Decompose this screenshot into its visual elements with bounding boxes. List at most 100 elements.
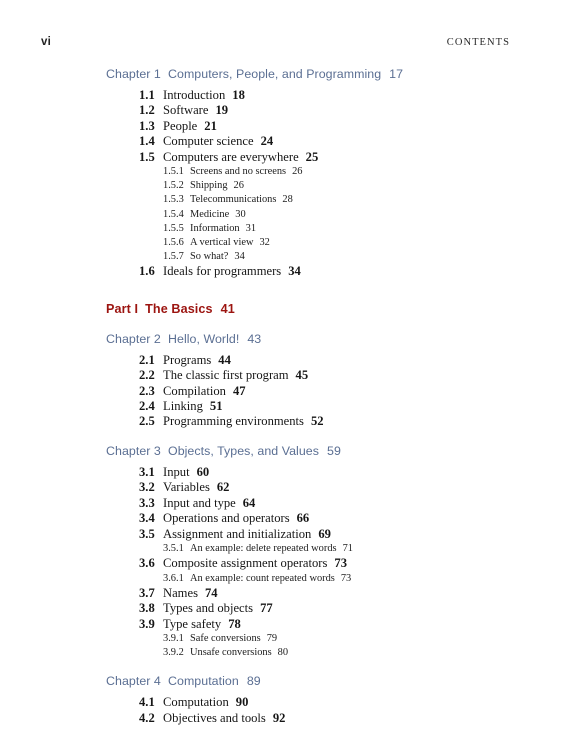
- toc-subsection-page-number: 71: [342, 542, 353, 554]
- toc-subsection-entry[interactable]: 3.9.1 Safe conversions 79: [0, 632, 566, 646]
- toc-subsection-title: So what?: [190, 251, 229, 263]
- toc-part-title: The Basics: [145, 301, 213, 316]
- toc-section-title: Input and type: [163, 495, 236, 510]
- toc-chapter-label: Chapter 2: [106, 331, 161, 346]
- toc-section-entry[interactable]: 3.8 Types and objects 77: [0, 601, 566, 616]
- toc-chapter-entry[interactable]: Chapter 1 Computers, People, and Programm…: [0, 64, 566, 84]
- toc-section-page-number: 52: [310, 414, 324, 429]
- toc-subsection-title: An example: delete repeated words: [190, 542, 337, 554]
- toc-subsection-title: Unsafe conversions: [190, 647, 272, 659]
- toc-section-number: 3.7: [139, 585, 155, 600]
- toc-subsection-entry[interactable]: 1.5.3 Telecommunications 28: [0, 193, 566, 207]
- toc-subsection-title: Safe conversions: [190, 632, 261, 644]
- toc-part-entry[interactable]: Part I The Basics 41: [0, 299, 566, 319]
- toc-section-title: Objectives and tools: [163, 710, 266, 725]
- toc-section-entry[interactable]: 3.9 Type safety 78: [0, 617, 566, 632]
- toc-section-entry[interactable]: 3.2 Variables 62: [0, 480, 566, 495]
- toc-section-entry[interactable]: 3.6 Composite assignment operators 73: [0, 556, 566, 571]
- toc-subsection-number: 1.5.6: [163, 237, 184, 249]
- running-head: vi CONTENTS: [41, 36, 510, 54]
- toc-section-entry[interactable]: 1.6 Ideals for programmers 34: [0, 264, 566, 279]
- toc-section-entry[interactable]: 2.1 Programs 44: [0, 353, 566, 368]
- toc-section-title: Programming environments: [163, 414, 304, 429]
- toc-section-title: Type safety: [163, 616, 222, 631]
- toc-section-page-number: 66: [296, 511, 310, 526]
- toc-subsection-number: 1.5.1: [163, 166, 184, 178]
- toc-subsection-title: Shipping: [190, 180, 228, 192]
- toc-subsection-page-number: 26: [233, 180, 244, 192]
- toc-section-number: 2.3: [139, 383, 155, 398]
- toc-section-page-number: 74: [204, 585, 218, 600]
- toc-subsection-entry[interactable]: 1.5.2 Shipping 26: [0, 179, 566, 193]
- toc-chapter-page-number: 89: [246, 674, 261, 689]
- toc-section-title: Computer science: [163, 134, 254, 149]
- toc-section-number: 1.3: [139, 118, 155, 133]
- toc-section-entry[interactable]: 4.1 Computation 90: [0, 695, 566, 710]
- toc-part-label: Part I: [106, 301, 139, 316]
- toc-subsection-entry[interactable]: 1.5.6 A vertical view 32: [0, 236, 566, 250]
- toc-section-title: Input: [163, 464, 190, 479]
- toc-section-number: 1.5: [139, 149, 155, 164]
- toc-section-title: The classic first program: [163, 368, 289, 383]
- toc-section-page-number: 24: [260, 134, 274, 149]
- toc-section-page-number: 44: [218, 352, 231, 367]
- toc-subsection-entry[interactable]: 3.5.1 An example: delete repeated words 71: [0, 542, 566, 556]
- toc-subsection-entry[interactable]: 3.9.2 Unsafe conversions 80: [0, 646, 566, 660]
- toc-chapter-entry[interactable]: Chapter 3 Objects, Types, and Values 59: [0, 441, 566, 461]
- toc-section-entry[interactable]: 1.2 Software 19: [0, 103, 566, 118]
- toc-section-entry[interactable]: 4.2 Objectives and tools 92: [0, 711, 566, 726]
- toc-section-title: Computers are everywhere: [163, 149, 299, 164]
- toc-section-entry[interactable]: 2.2 The classic first program 45: [0, 368, 566, 383]
- toc-chapter-entry[interactable]: Chapter 2 Hello, World! 43: [0, 329, 566, 349]
- toc-section-entry[interactable]: 1.3 People 21: [0, 119, 566, 134]
- toc-section-entry[interactable]: 1.4 Computer science 24: [0, 134, 566, 149]
- toc-section-title: People: [163, 118, 198, 133]
- toc-section-entry[interactable]: 2.5 Programming environments 52: [0, 414, 566, 429]
- toc-section-entry[interactable]: 3.5 Assignment and initialization 69: [0, 527, 566, 542]
- toc-subsection-entry[interactable]: 1.5.1 Screens and no screens 26: [0, 165, 566, 179]
- toc-section-number: 2.1: [139, 352, 155, 367]
- toc-section-number: 3.9: [139, 616, 155, 631]
- toc-section-page-number: 77: [260, 601, 273, 616]
- toc-subsection-entry[interactable]: 3.6.1 An example: count repeated words 73: [0, 572, 566, 586]
- toc-section-page-number: 64: [242, 495, 256, 510]
- toc-section-title: Assignment and initialization: [163, 526, 312, 541]
- toc-section-number: 1.1: [139, 88, 155, 102]
- toc-section-entry[interactable]: 3.3 Input and type 64: [0, 496, 566, 511]
- toc-section-entry[interactable]: 2.4 Linking 51: [0, 399, 566, 414]
- toc-section-number: 1.2: [139, 103, 155, 118]
- toc-subsection-entry[interactable]: 1.5.7 So what? 34: [0, 250, 566, 264]
- toc-chapter-entry[interactable]: Chapter 4 Computation 89: [0, 671, 566, 691]
- toc-section-number: 2.5: [139, 414, 155, 429]
- toc-section-number: 4.1: [139, 695, 155, 710]
- toc-chapter-title: Computation: [168, 674, 239, 689]
- toc-section-entry[interactable]: 3.1 Input 60: [0, 465, 566, 480]
- toc-subsection-page-number: 28: [282, 194, 293, 206]
- toc-section-entry[interactable]: 3.7 Names 74: [0, 586, 566, 601]
- toc-section-title: Types and objects: [163, 601, 254, 616]
- toc-subsection-number: 1.5.4: [163, 208, 184, 220]
- toc-chapter-label: Chapter 4: [106, 674, 161, 689]
- toc-subsection-entry[interactable]: 1.5.4 Medicine 30: [0, 208, 566, 222]
- toc-section-title: Variables: [163, 480, 210, 495]
- toc-chapter-page-number: 17: [389, 67, 404, 81]
- toc-section-page-number: 25: [305, 149, 319, 164]
- toc-section-page-number: 62: [216, 480, 230, 495]
- toc-part-page-number: 41: [220, 301, 235, 316]
- toc-section-page-number: 18: [232, 88, 245, 102]
- toc-section-entry[interactable]: 1.1 Introduction 18: [0, 88, 566, 103]
- toc-subsection-title: Telecommunications: [190, 194, 277, 206]
- toc-chapter-label: Chapter 1: [106, 67, 161, 81]
- toc-section-entry[interactable]: 1.5 Computers are everywhere 25: [0, 150, 566, 165]
- toc-chapter-page-number: 43: [247, 331, 262, 346]
- toc-section-title: Names: [163, 585, 198, 600]
- toc-subsection-number: 1.5.2: [163, 180, 184, 192]
- toc-subsection-number: 3.6.1: [163, 572, 184, 584]
- toc-subsection-entry[interactable]: 1.5.5 Information 31: [0, 222, 566, 236]
- toc-chapter-page-number: 59: [327, 443, 341, 458]
- toc-section-entry[interactable]: 2.3 Compilation 47: [0, 384, 566, 399]
- toc-section-title: Ideals for programmers: [163, 264, 282, 279]
- toc-section-page-number: 47: [232, 383, 246, 398]
- toc-section-entry[interactable]: 3.4 Operations and operators 66: [0, 511, 566, 526]
- toc-section-page-number: 92: [272, 710, 286, 725]
